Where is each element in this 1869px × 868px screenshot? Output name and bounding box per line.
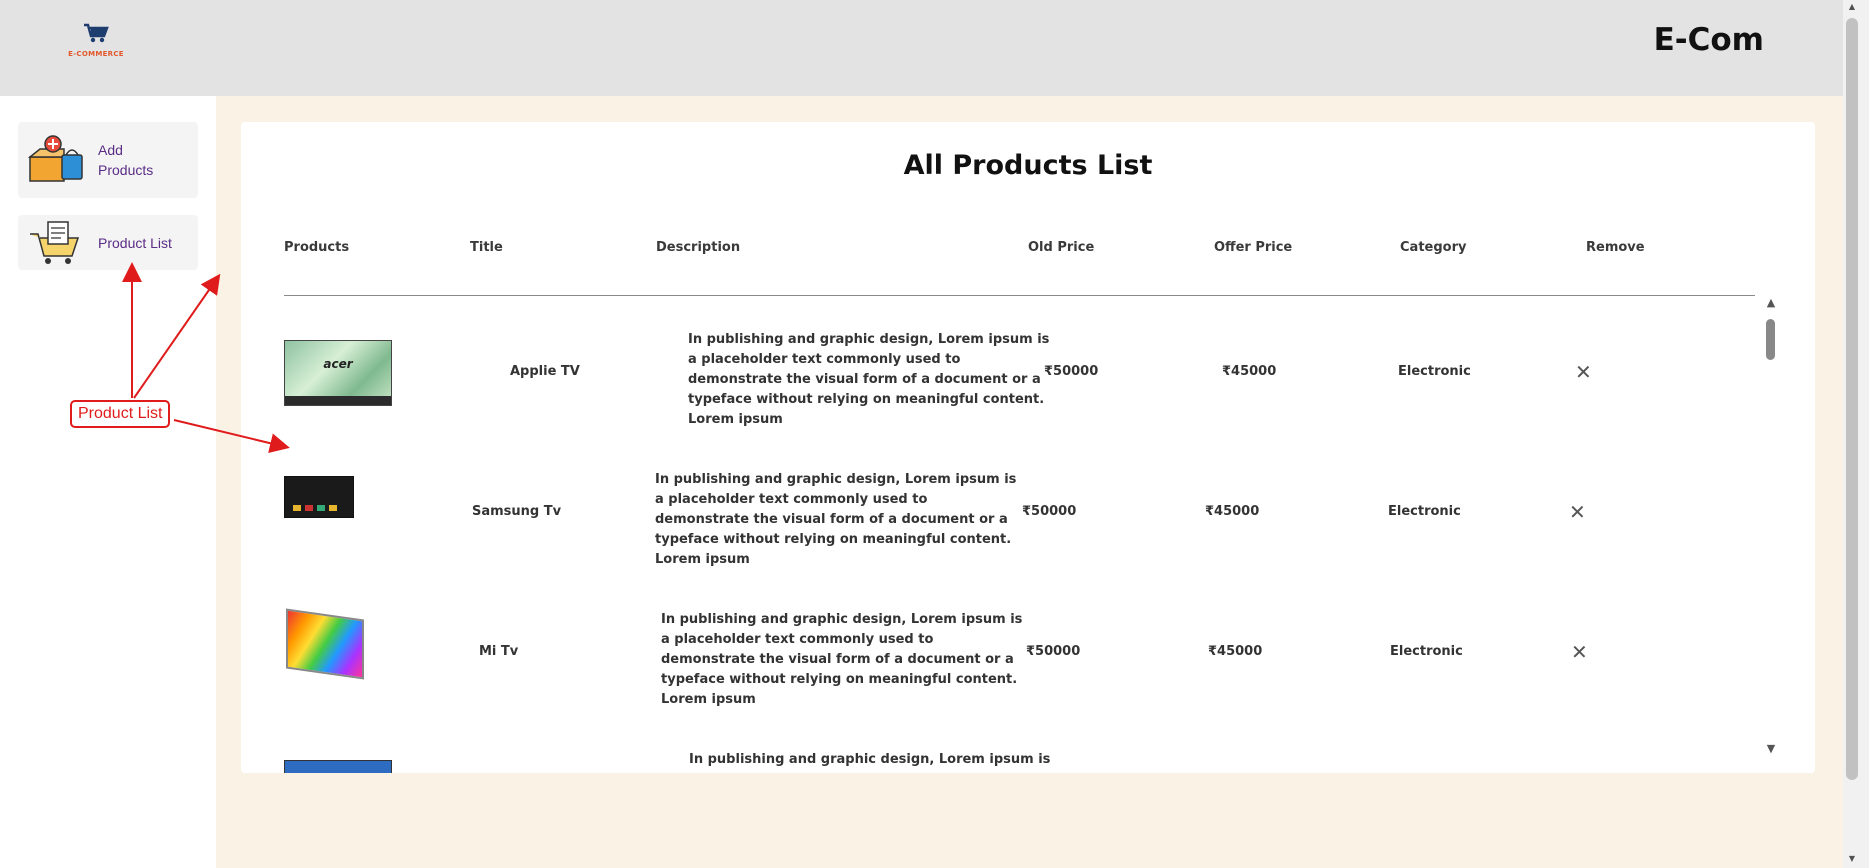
remove-icon[interactable]: ✕ [1571,640,1588,664]
column-header-description: Description [656,240,741,255]
product-category: Electronic [1398,364,1471,379]
sidebar: Add Products Product List [0,96,216,868]
column-header-title: Title [470,240,503,255]
column-header-category: Category [1400,240,1467,255]
product-old-price: ₹50000 [1022,504,1077,519]
product-title: Samsung Tv [472,504,562,519]
page-scrollbar-thumb[interactable] [1846,18,1858,780]
page-scroll-up-icon[interactable]: ▲ [1845,2,1859,12]
product-offer-price: ₹45000 [1205,504,1260,519]
scroll-down-icon[interactable]: ▼ [1764,742,1778,755]
product-old-price: ₹50000 [1026,644,1081,659]
product-image [286,608,364,680]
sidebar-item-label: Product List [98,234,172,251]
header-divider [284,295,1755,296]
table-row: In publishing and graphic design, Lorem … [241,718,1741,773]
product-description: In publishing and graphic design, Lorem … [688,332,1050,427]
product-image: acer [284,340,392,406]
page-title: All Products List [903,150,1153,181]
product-title: Applie TV [510,364,580,379]
table-row: Samsung Tv In publishing and graphic des… [241,438,1741,578]
product-list[interactable]: acer Applie TV In publishing and graphic… [241,298,1815,773]
column-header-products: Products [284,240,350,255]
annotation-label: Product List [70,400,171,428]
top-header: E-COMMERCE E-Com [0,0,1843,97]
remove-icon[interactable]: ✕ [1569,500,1586,524]
acer-logo-icon: acer [323,357,353,371]
page-scroll-down-icon[interactable]: ▼ [1845,854,1859,864]
product-category: Electronic [1390,644,1463,659]
product-title: Mi Tv [479,644,519,659]
column-header-remove: Remove [1586,240,1645,255]
product-description: In publishing and graphic design, Lorem … [661,612,1023,707]
product-image [284,460,354,532]
product-category: Electronic [1388,504,1461,519]
product-description: In publishing and graphic design, Lorem … [655,472,1017,567]
cart-icon [84,23,109,43]
sidebar-item-label: Add Products [98,142,154,178]
product-image [284,760,392,773]
product-list-panel: All Products List Products Title Descrip… [241,122,1815,773]
logo-caption: E-COMMERCE [68,50,124,58]
product-offer-price: ₹45000 [1208,644,1263,659]
table-row: acer Applie TV In publishing and graphic… [241,298,1741,438]
product-old-price: ₹50000 [1044,364,1099,379]
product-description: In publishing and graphic design, Lorem … [689,752,1051,773]
brand-title: E-Com [1653,22,1764,58]
column-header-old-price: Old Price [1028,240,1095,255]
product-list-icon [28,220,86,266]
table-row: Mi Tv In publishing and graphic design, … [241,578,1741,718]
product-offer-price: ₹45000 [1222,364,1277,379]
column-header-offer-price: Offer Price [1214,240,1293,255]
list-scrollbar-thumb[interactable] [1766,319,1775,360]
logo[interactable]: E-COMMERCE [66,22,126,62]
sidebar-item-add-products[interactable]: Add Products [18,122,198,198]
add-products-icon [27,135,86,185]
remove-icon[interactable]: ✕ [1575,360,1592,384]
sidebar-item-product-list[interactable]: Product List [18,215,198,270]
scroll-up-icon[interactable]: ▲ [1764,296,1778,309]
